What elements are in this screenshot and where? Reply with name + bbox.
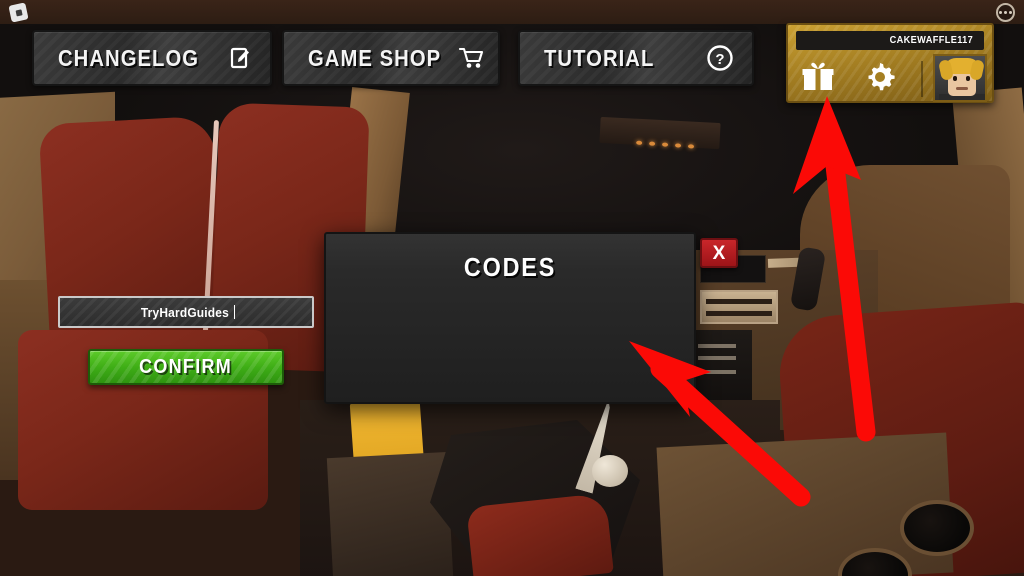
cup-holder: [900, 500, 974, 556]
game-shop-button-label: GAME SHOP: [308, 44, 442, 71]
codes-dialog: CODES X: [324, 232, 738, 404]
red-fabric-prop: [466, 492, 614, 576]
username-bar: CAKEWAFFLE117: [796, 31, 984, 50]
codes-dialog-title: CODES: [463, 252, 557, 282]
close-button[interactable]: X: [700, 238, 738, 268]
roblox-logo-icon: [8, 2, 29, 23]
confirm-button[interactable]: CONFIRM: [88, 349, 284, 385]
confirm-button-label: CONFIRM: [139, 355, 233, 378]
avatar[interactable]: [933, 54, 987, 102]
tutorial-button[interactable]: TUTORIAL ?: [518, 30, 754, 86]
question-mark-circle-icon: ?: [706, 44, 734, 72]
game-screenshot: CHANGELOG GAME SHOP TUTORIAL ? CAKEWAFFL…: [0, 0, 1024, 576]
center-console: [656, 432, 954, 576]
changelog-button-label: CHANGELOG: [58, 44, 200, 71]
roblox-menu-icon[interactable]: [996, 3, 1015, 22]
gift-icon[interactable]: [798, 57, 838, 97]
top-edge-shade: [0, 0, 1024, 24]
air-vent: [700, 290, 778, 324]
text-caret: [233, 305, 235, 319]
tutorial-button-label: TUTORIAL: [544, 44, 655, 71]
code-input[interactable]: TryHardGuides: [58, 296, 314, 328]
svg-text:?: ?: [715, 51, 724, 68]
player-panel: CAKEWAFFLE117: [786, 23, 994, 103]
username-label: CAKEWAFFLE117: [889, 35, 974, 46]
code-input-value: TryHardGuides: [140, 304, 230, 320]
gear-icon[interactable]: [860, 57, 900, 97]
changelog-button[interactable]: CHANGELOG: [32, 30, 272, 86]
ball-prop: [592, 455, 628, 487]
panel-icon-row: [798, 57, 900, 97]
close-icon: X: [712, 242, 726, 264]
edit-document-icon: [230, 46, 252, 70]
game-shop-button[interactable]: GAME SHOP: [282, 30, 500, 86]
character-body: [326, 451, 454, 576]
panel-divider: [921, 61, 923, 97]
shopping-cart-icon: [459, 46, 485, 70]
